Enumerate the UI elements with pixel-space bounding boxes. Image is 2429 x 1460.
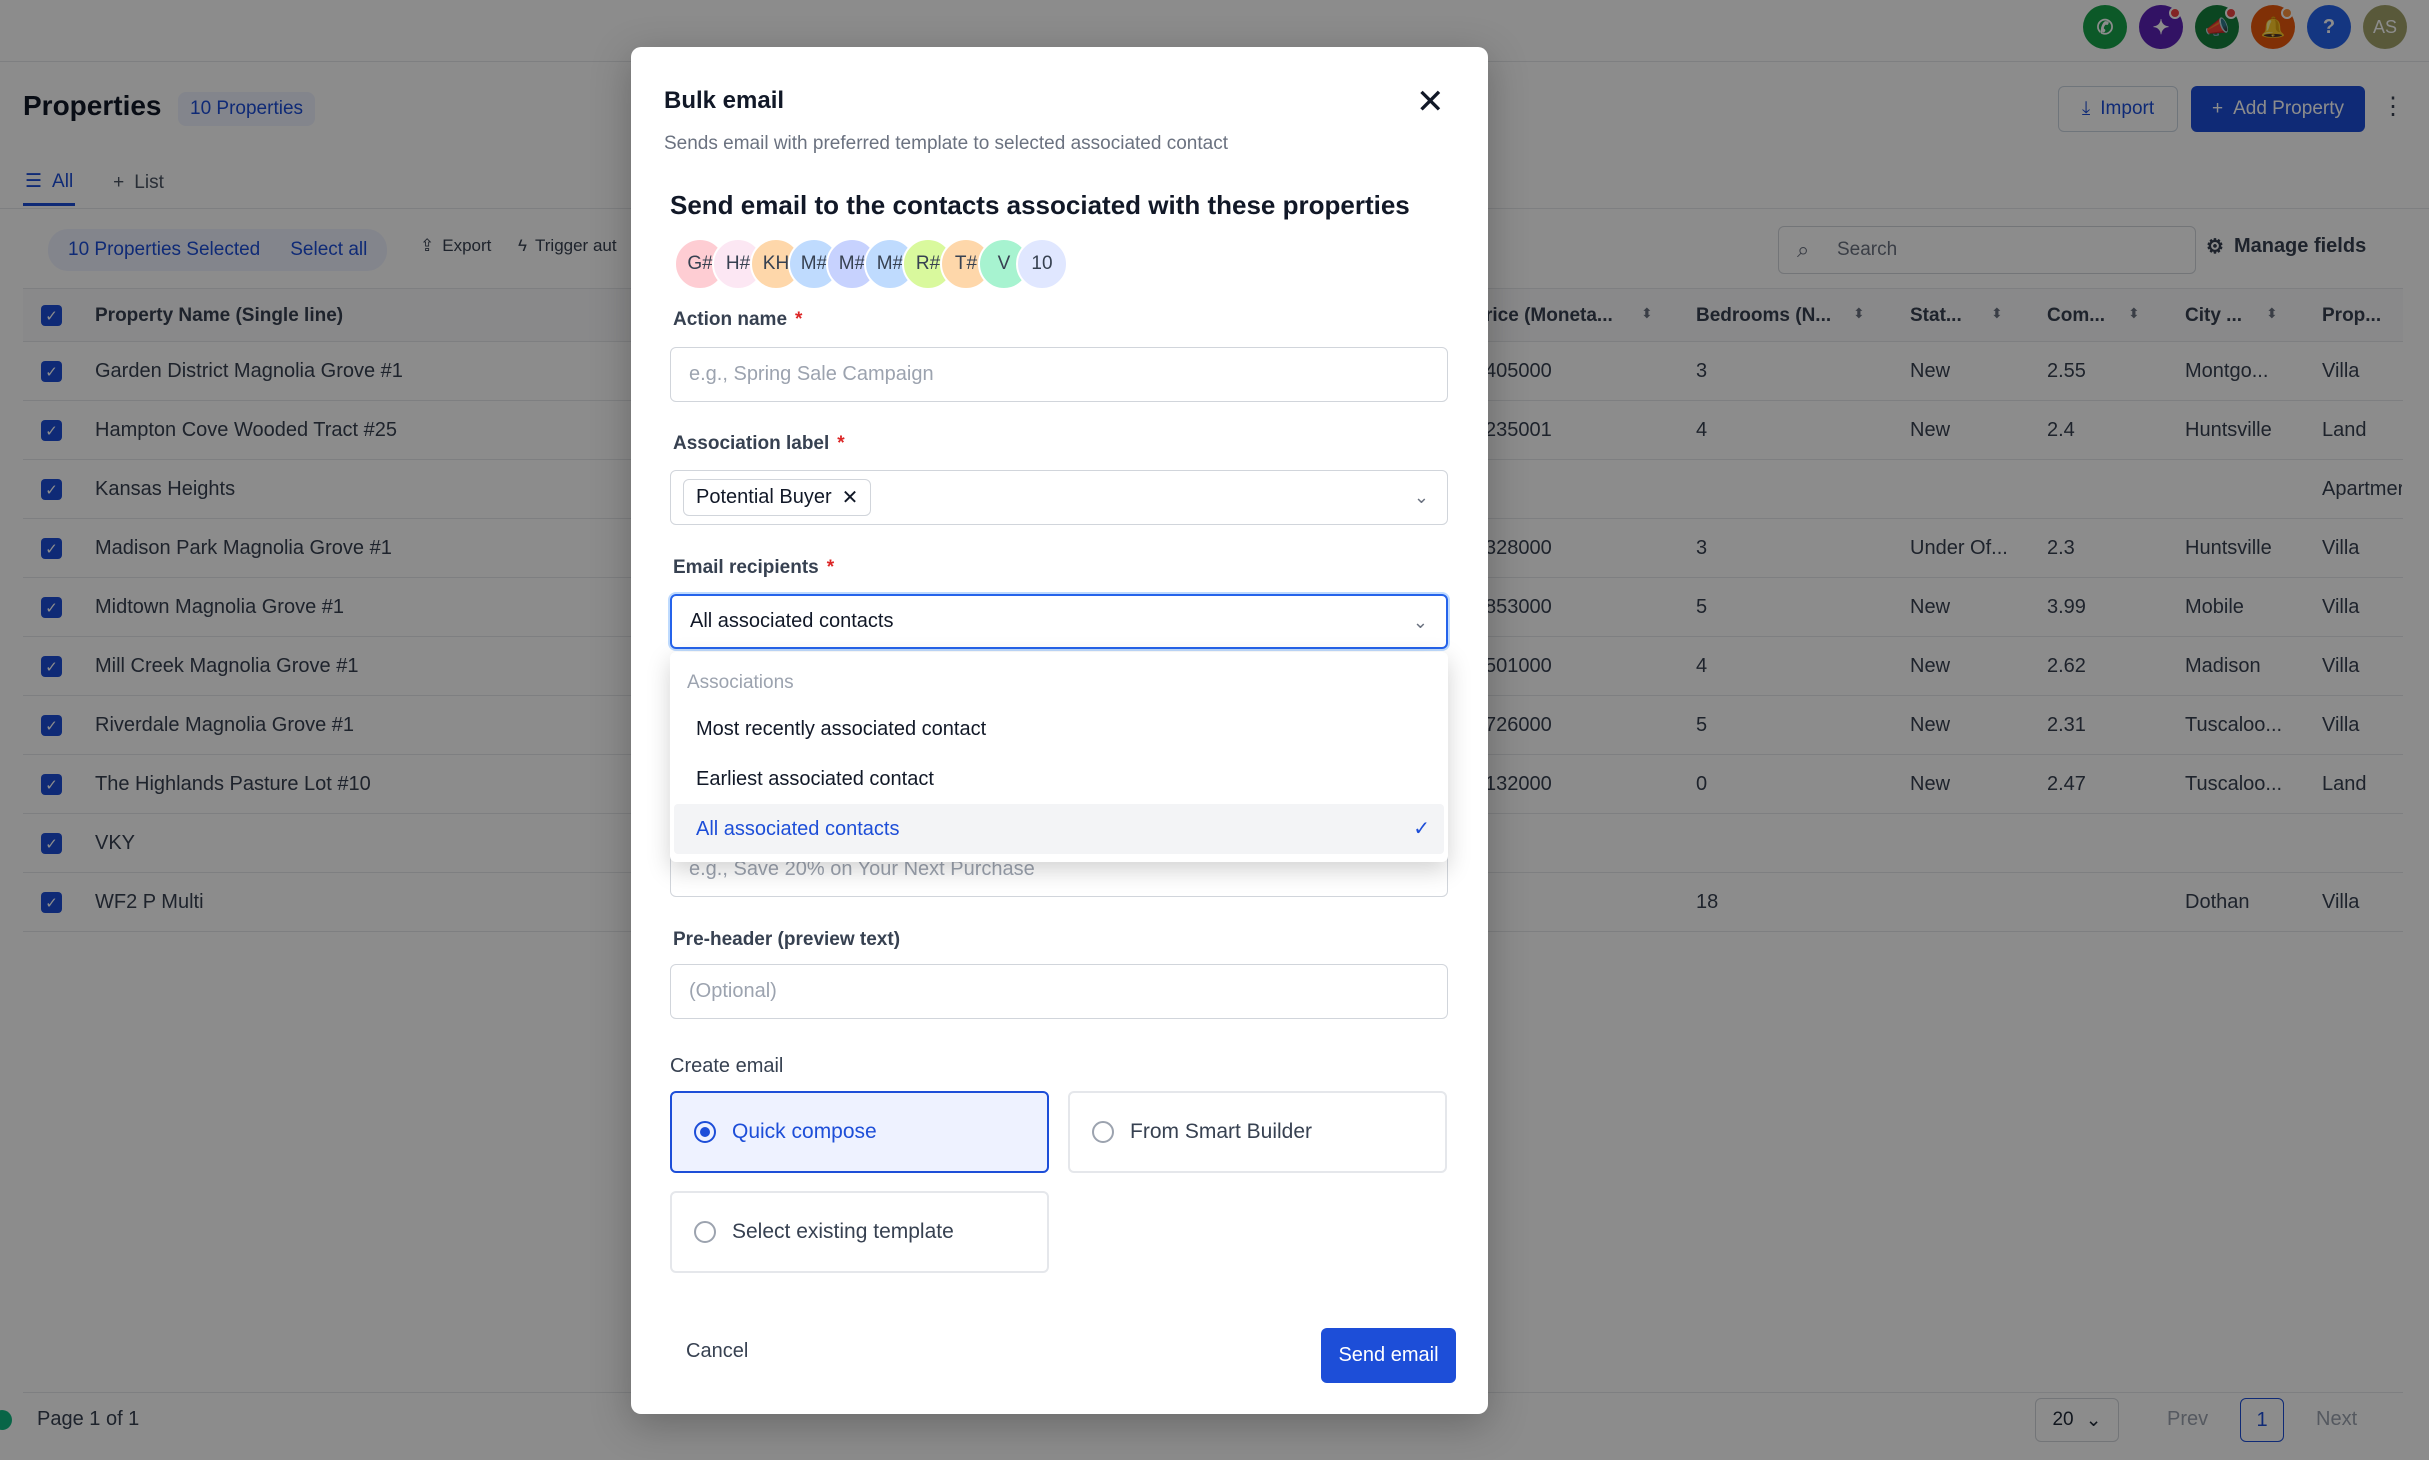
- dropdown-group-label: Associations: [687, 672, 794, 693]
- option-label: Select existing template: [732, 1220, 954, 1243]
- modal-title: Bulk email: [664, 87, 785, 114]
- required-marker: *: [837, 433, 845, 454]
- create-email-label: Create email: [670, 1055, 784, 1077]
- modal-heading: Send email to the contacts associated wi…: [670, 190, 1410, 220]
- association-chip-label: Potential Buyer: [696, 486, 832, 508]
- preheader-placeholder: (Optional): [689, 980, 777, 1002]
- email-recipients-select[interactable]: All associated contacts ⌄: [670, 594, 1448, 649]
- radio-icon: [694, 1221, 716, 1243]
- remove-chip-icon[interactable]: ✕: [842, 485, 859, 510]
- dropdown-option[interactable]: Earliest associated contact: [674, 754, 1444, 804]
- association-label-select[interactable]: Potential Buyer ✕ ⌄: [670, 470, 1448, 525]
- action-name-placeholder: e.g., Spring Sale Campaign: [689, 363, 934, 385]
- avatar-overflow-count[interactable]: 10: [1016, 238, 1068, 290]
- dropdown-option[interactable]: Most recently associated contact: [674, 704, 1444, 754]
- dropdown-option-selected[interactable]: All associated contacts ✓: [674, 804, 1444, 854]
- check-icon: ✓: [1413, 818, 1430, 840]
- bulk-email-modal: Bulk email ✕ Sends email with preferred …: [631, 47, 1488, 1414]
- radio-icon: [1092, 1121, 1114, 1143]
- chevron-down-icon: ⌄: [1413, 487, 1429, 507]
- association-label-label: Association label *: [673, 433, 845, 455]
- email-recipients-label: Email recipients *: [673, 557, 834, 579]
- quick-compose-option[interactable]: Quick compose: [670, 1091, 1049, 1173]
- recipients-dropdown: Associations Most recently associated co…: [670, 652, 1448, 862]
- action-name-label-text: Action name: [673, 309, 788, 330]
- option-label: From Smart Builder: [1130, 1120, 1313, 1143]
- dropdown-option-label: All associated contacts: [696, 817, 900, 840]
- preheader-label: Pre-header (preview text): [673, 929, 901, 950]
- send-email-button[interactable]: Send email: [1321, 1328, 1456, 1383]
- email-recipients-label-text: Email recipients: [673, 557, 819, 578]
- chevron-down-icon: ⌄: [1412, 612, 1428, 632]
- cancel-button[interactable]: Cancel: [686, 1340, 748, 1363]
- contact-avatars: G# H# KH M# M# M# R# T# V 10: [674, 238, 1068, 290]
- association-label-text: Association label: [673, 433, 830, 454]
- preheader-input[interactable]: (Optional): [670, 964, 1448, 1019]
- modal-subtitle: Sends email with preferred template to s…: [664, 133, 1228, 154]
- existing-template-option[interactable]: Select existing template: [670, 1191, 1049, 1273]
- radio-icon: [694, 1121, 716, 1143]
- close-icon[interactable]: ✕: [1416, 85, 1445, 119]
- action-name-input[interactable]: e.g., Spring Sale Campaign: [670, 347, 1448, 402]
- email-recipients-value: All associated contacts: [690, 610, 894, 632]
- option-label: Quick compose: [732, 1120, 877, 1143]
- required-marker: *: [795, 309, 803, 330]
- association-chip: Potential Buyer ✕: [683, 479, 872, 516]
- smart-builder-option[interactable]: From Smart Builder: [1068, 1091, 1447, 1173]
- required-marker: *: [826, 557, 835, 578]
- action-name-label: Action name *: [673, 309, 802, 331]
